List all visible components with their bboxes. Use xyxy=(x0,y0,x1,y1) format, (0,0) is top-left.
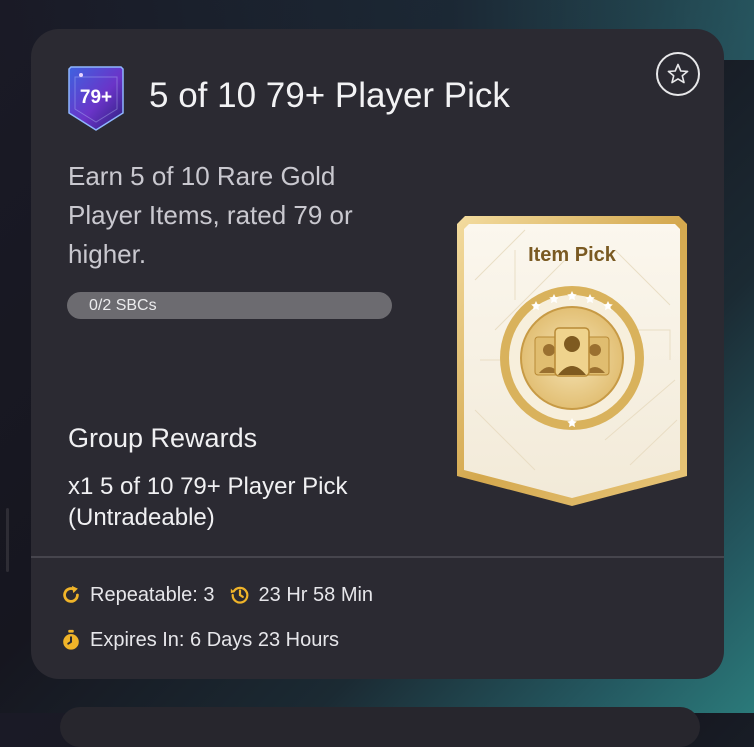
group-rewards-heading: Group Rewards xyxy=(68,423,258,453)
sbc-badge-icon: 79+ xyxy=(68,66,124,131)
item-pick-pack[interactable]: Item Pick xyxy=(455,210,689,507)
refresh-timer: 23 Hr 58 Min xyxy=(258,584,374,606)
repeatable-count: Repeatable: 3 xyxy=(90,584,215,606)
page-title: 5 of 10 79+ Player Pick xyxy=(149,76,510,115)
reward-item: x1 5 of 10 79+ Player Pick (Untradeable) xyxy=(68,473,348,531)
refresh-icon xyxy=(63,585,79,603)
next-sbc-card[interactable] xyxy=(60,707,700,747)
star-outline-icon xyxy=(667,63,689,84)
badge-label: 79+ xyxy=(80,87,112,108)
repeat-info-row: Repeatable: 3 23 Hr 58 Min xyxy=(60,582,373,608)
side-scroll-handle xyxy=(6,508,9,572)
favorite-button[interactable] xyxy=(656,52,700,96)
history-clock-icon xyxy=(230,586,248,604)
expiry-text: Expires In: 6 Days 23 Hours xyxy=(90,629,339,651)
stopwatch-icon xyxy=(63,629,79,650)
progress-label: 0/2 SBCs xyxy=(89,297,157,314)
expiry-info-row: Expires In: 6 Days 23 Hours xyxy=(60,627,339,653)
challenge-description: Earn 5 of 10 Rare Gold Player Items, rat… xyxy=(68,161,353,269)
divider xyxy=(31,556,724,558)
pack-label: Item Pick xyxy=(528,244,617,266)
sbc-group-card[interactable]: 79+ 5 of 10 79+ Player Pick Earn 5 of 10… xyxy=(31,29,724,679)
progress-bar: 0/2 SBCs xyxy=(67,292,392,319)
